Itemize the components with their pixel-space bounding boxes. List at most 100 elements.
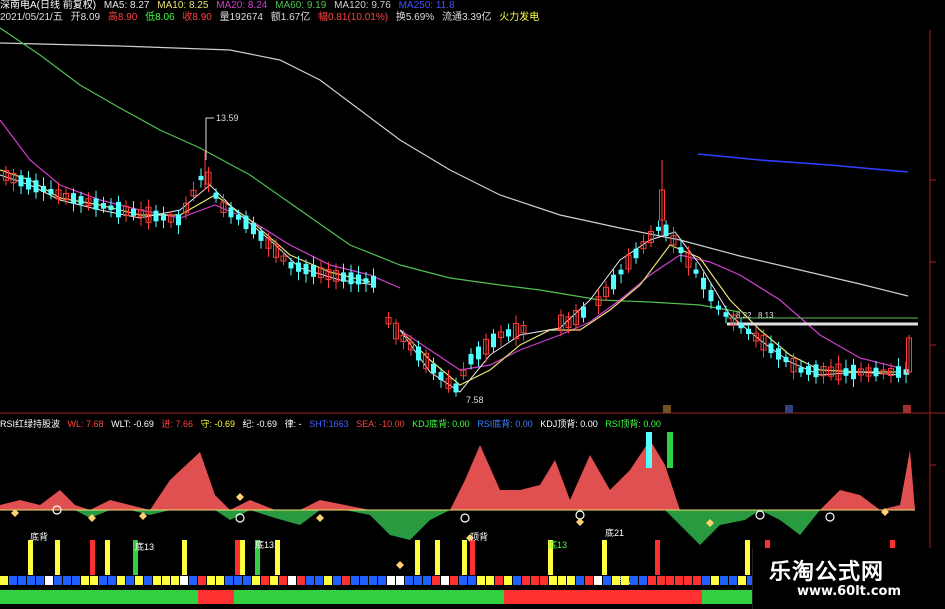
low-price-label: 7.58 bbox=[466, 395, 484, 405]
candle-body bbox=[813, 364, 819, 378]
strip-cell bbox=[744, 590, 750, 604]
strip-cell bbox=[738, 590, 744, 604]
signal-bar bbox=[105, 540, 110, 575]
strip-cell bbox=[366, 590, 372, 604]
strip-cell bbox=[462, 590, 468, 604]
strip-cell bbox=[684, 576, 692, 585]
strip-cell bbox=[684, 590, 690, 604]
strip-cell bbox=[351, 576, 359, 585]
strip-cell bbox=[732, 590, 738, 604]
event-marker[interactable] bbox=[785, 405, 793, 413]
strip-cell bbox=[384, 590, 390, 604]
strip-cell bbox=[153, 576, 161, 585]
strip-cell bbox=[261, 576, 269, 585]
candle-body bbox=[371, 275, 376, 288]
signal-label: 底13 bbox=[135, 541, 154, 552]
candle-body bbox=[611, 274, 616, 290]
strip-cell bbox=[306, 576, 314, 585]
strip-cell bbox=[90, 576, 98, 585]
strip-cell bbox=[510, 590, 516, 604]
strip-cell bbox=[480, 590, 486, 604]
diamond-marker bbox=[396, 561, 404, 569]
strip-cell bbox=[198, 590, 204, 604]
strip-cell bbox=[168, 590, 174, 604]
candle-body bbox=[33, 180, 39, 193]
strip-cell bbox=[114, 590, 120, 604]
strip-cell bbox=[630, 590, 636, 604]
candle-body bbox=[311, 264, 316, 277]
strip-cell bbox=[486, 576, 494, 585]
kline-chart[interactable]: 13.59 7.58 8.22 8.13 底背底13底13底21顶背底13持股 bbox=[0, 0, 945, 609]
candle-body bbox=[768, 343, 774, 354]
rsi-ding-value: RSI顶背: 0.00 bbox=[605, 419, 661, 429]
strip-cell bbox=[372, 590, 378, 604]
strip-cell bbox=[522, 576, 530, 585]
strip-cell bbox=[108, 590, 114, 604]
ma250-line bbox=[697, 153, 909, 173]
diamond-marker bbox=[236, 493, 244, 501]
strip-cell bbox=[459, 576, 467, 585]
strip-cell bbox=[330, 590, 336, 604]
strip-cell bbox=[24, 590, 30, 604]
signal-label: 底13 bbox=[255, 539, 274, 550]
strip-cell bbox=[102, 590, 108, 604]
signal-label: 底13 bbox=[548, 539, 567, 550]
ma5-line bbox=[0, 174, 901, 393]
strip-cell bbox=[474, 590, 480, 604]
signal-bar-cyan bbox=[646, 432, 652, 468]
strip-cell bbox=[666, 590, 672, 604]
strip-cell bbox=[171, 576, 179, 585]
strip-cell bbox=[630, 576, 638, 585]
signal-label: 底背 bbox=[30, 531, 48, 542]
strip-cell bbox=[186, 590, 192, 604]
candle-body bbox=[581, 306, 586, 318]
rsi-red-area bbox=[0, 440, 915, 510]
candle-body bbox=[416, 346, 421, 361]
strip-cell bbox=[612, 576, 620, 585]
strip-cell bbox=[444, 590, 450, 604]
strip-cell bbox=[666, 576, 674, 585]
event-marker[interactable] bbox=[903, 405, 911, 413]
strip-cell bbox=[66, 590, 72, 604]
strip-cell bbox=[0, 590, 6, 604]
strip-cell bbox=[588, 590, 594, 604]
strip-cell bbox=[240, 590, 246, 604]
strip-cell bbox=[270, 590, 276, 604]
strip-cell bbox=[135, 576, 143, 585]
strip-cell bbox=[162, 590, 168, 604]
strip-cell bbox=[654, 590, 660, 604]
watermark-url: www.60lt.com bbox=[797, 584, 902, 599]
cross-circle-marker bbox=[825, 512, 835, 522]
strip-cell bbox=[576, 590, 582, 604]
signal-bar bbox=[28, 540, 33, 575]
signal-bar bbox=[602, 540, 607, 575]
candle-body bbox=[806, 366, 811, 375]
strip-cell bbox=[270, 576, 278, 585]
strip-cell bbox=[456, 590, 462, 604]
strip-cell bbox=[603, 576, 611, 585]
strip-cell bbox=[288, 576, 296, 585]
strip-cell bbox=[120, 590, 126, 604]
kdj-di-value: KDJ底背: 0.00 bbox=[412, 419, 470, 429]
signal-bar bbox=[90, 540, 95, 575]
strip-cell bbox=[117, 576, 125, 585]
strip-cell bbox=[540, 576, 548, 585]
strip-cell bbox=[297, 576, 305, 585]
candle-body bbox=[108, 205, 114, 211]
strip-cell bbox=[222, 590, 228, 604]
strip-cell bbox=[126, 590, 132, 604]
strip-cell bbox=[243, 576, 251, 585]
event-marker[interactable] bbox=[663, 405, 671, 413]
strip-cell bbox=[54, 590, 60, 604]
signal-bar bbox=[275, 540, 280, 575]
candle-body bbox=[873, 367, 879, 377]
strip-cell bbox=[189, 576, 197, 585]
indicator-name: RSI红绿持股波 bbox=[0, 419, 61, 429]
strip-cell bbox=[180, 590, 186, 604]
candle-body bbox=[341, 272, 346, 282]
strip-cell bbox=[360, 576, 368, 585]
strip-cell bbox=[300, 590, 306, 604]
strip-cell bbox=[558, 576, 566, 585]
strip-cell bbox=[405, 576, 413, 585]
strip-cell bbox=[336, 590, 342, 604]
